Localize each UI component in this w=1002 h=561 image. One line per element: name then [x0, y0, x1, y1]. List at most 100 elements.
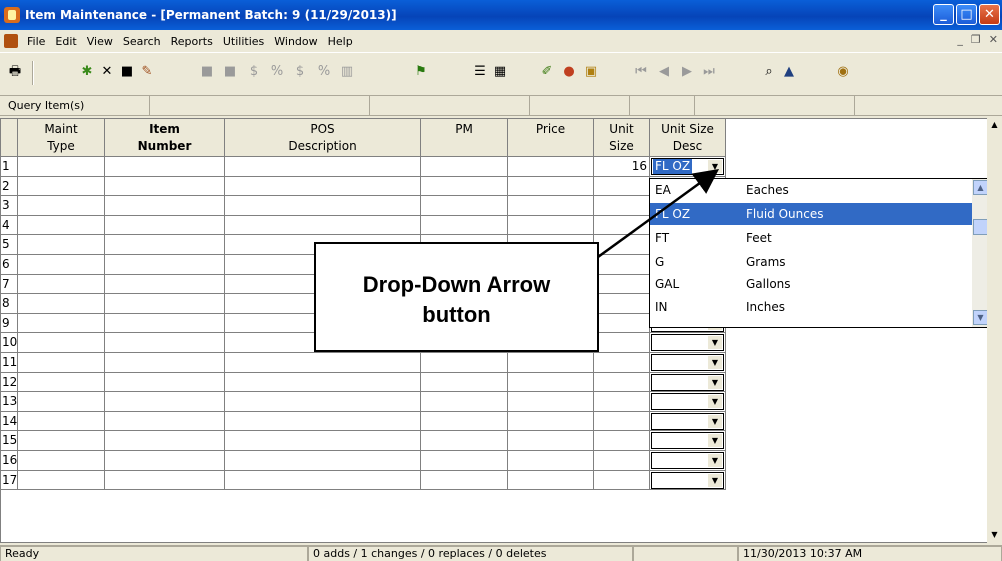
- grid-cell[interactable]: [421, 392, 508, 412]
- scroll-up-icon[interactable]: ▲: [973, 180, 988, 195]
- option-g[interactable]: G Grams: [650, 251, 972, 273]
- grid-cell[interactable]: [105, 157, 225, 177]
- mdi-close-icon[interactable]: ✕: [989, 33, 998, 46]
- grid-cell[interactable]: [508, 411, 594, 432]
- grid-cell[interactable]: [508, 372, 594, 393]
- table-row[interactable]: 14 ▼: [1, 411, 726, 432]
- unit-size-desc-combobox[interactable]: ▼: [651, 412, 724, 430]
- edit-icon[interactable]: ✎: [138, 63, 156, 81]
- grid-cell[interactable]: [105, 196, 225, 216]
- grid-cell[interactable]: [18, 333, 105, 353]
- menu-window[interactable]: Window: [269, 35, 322, 48]
- dropdown-arrow-icon[interactable]: ▼: [708, 336, 722, 350]
- grid-cell[interactable]: [18, 215, 105, 236]
- grid-cell[interactable]: [594, 411, 650, 432]
- document-copy-icon[interactable]: ▣: [582, 63, 600, 81]
- grid-cell[interactable]: [105, 313, 225, 334]
- grid-cell[interactable]: [421, 176, 508, 197]
- menu-search[interactable]: Search: [118, 35, 166, 48]
- grid-cell[interactable]: [421, 451, 508, 471]
- mdi-minimize-icon[interactable]: _: [957, 33, 963, 46]
- grid-cell[interactable]: [18, 274, 105, 295]
- table-row[interactable]: 16 ▼: [1, 451, 726, 471]
- grid-cell[interactable]: [225, 176, 421, 197]
- close-button[interactable]: ✕: [979, 4, 1000, 25]
- unit-size-desc-combobox[interactable]: FL OZ ▼: [651, 158, 724, 175]
- unit-size-desc-combobox[interactable]: ▼: [651, 354, 724, 371]
- grid-cell[interactable]: [421, 353, 508, 373]
- grid-cell[interactable]: [105, 353, 225, 373]
- grid-cell[interactable]: [18, 157, 105, 177]
- grid-cell[interactable]: [594, 470, 650, 491]
- grid-cell[interactable]: [421, 372, 508, 393]
- column-header-price[interactable]: Price: [508, 119, 594, 157]
- dropdown-arrow-icon[interactable]: ▼: [708, 454, 722, 467]
- column-header-unit-size-desc[interactable]: Unit Size Desc: [650, 119, 726, 157]
- grid-cell[interactable]: [594, 176, 650, 197]
- grid-cell[interactable]: [225, 411, 421, 432]
- grid-cell[interactable]: [508, 470, 594, 491]
- unit-size-desc-combobox[interactable]: ▼: [651, 432, 724, 450]
- grid-cell[interactable]: [594, 313, 650, 334]
- grid-cell[interactable]: [421, 470, 508, 491]
- mdi-restore-icon[interactable]: ❐: [971, 33, 981, 46]
- grid-cell[interactable]: [225, 431, 421, 451]
- grid-cell[interactable]: [508, 215, 594, 236]
- option-fl-oz[interactable]: FL OZ Fluid Ounces: [650, 203, 972, 225]
- grid-cell[interactable]: [105, 255, 225, 275]
- column-header-maint-type[interactable]: Maint Type: [18, 119, 105, 157]
- grid-cell[interactable]: [18, 176, 105, 197]
- table-row[interactable]: 4: [1, 215, 726, 236]
- grid-scrollbar[interactable]: ▲ ▼: [987, 118, 1002, 543]
- grid-view-icon[interactable]: ▦: [491, 63, 509, 81]
- grid-cell[interactable]: [105, 294, 225, 314]
- tool-icon[interactable]: ✐: [538, 63, 556, 81]
- minimize-button[interactable]: _: [933, 4, 954, 25]
- table-row[interactable]: 2: [1, 176, 726, 197]
- grid-cell[interactable]: [421, 157, 508, 177]
- grid-cell[interactable]: [18, 372, 105, 393]
- grid-cell[interactable]: [594, 372, 650, 393]
- table-row[interactable]: 1 16 FL OZ ▼: [1, 157, 726, 177]
- grid-cell[interactable]: [18, 392, 105, 412]
- grid-cell[interactable]: [18, 353, 105, 373]
- print-icon[interactable]: 🖶: [6, 63, 24, 81]
- grid-cell[interactable]: [594, 235, 650, 255]
- unit-size-desc-combobox[interactable]: ▼: [651, 373, 724, 391]
- grid-cell[interactable]: [508, 431, 594, 451]
- grid-cell[interactable]: [18, 470, 105, 491]
- table-row[interactable]: 17 ▼: [1, 470, 726, 491]
- delete-icon[interactable]: ✕: [98, 63, 116, 81]
- scroll-thumb[interactable]: [973, 219, 988, 235]
- grid-cell[interactable]: [225, 215, 421, 236]
- grid-cell[interactable]: [508, 353, 594, 373]
- grid-cell[interactable]: [105, 235, 225, 255]
- grid-cell[interactable]: [421, 215, 508, 236]
- unit-size-cell[interactable]: 16: [594, 157, 650, 177]
- exit-icon[interactable]: ◉: [834, 63, 852, 81]
- unit-size-desc-dropdown-list[interactable]: EA Eaches FL OZ Fluid Ounces FT Feet G Grams…: [649, 178, 990, 328]
- grid-cell[interactable]: [225, 196, 421, 216]
- menu-utilities[interactable]: Utilities: [218, 35, 269, 48]
- grid-scroll-up-icon[interactable]: ▲: [987, 118, 1002, 132]
- option-ea[interactable]: EA Eaches: [650, 179, 972, 201]
- column-header-unit-size[interactable]: Unit Size: [594, 119, 650, 157]
- grid-cell[interactable]: [105, 392, 225, 412]
- unit-size-desc-combobox[interactable]: ▼: [651, 471, 724, 489]
- save-icon[interactable]: ■: [118, 63, 136, 81]
- dropdown-arrow-icon[interactable]: ▼: [708, 160, 722, 173]
- scroll-down-icon[interactable]: ▼: [973, 310, 988, 325]
- grid-cell[interactable]: [594, 392, 650, 412]
- form-view-icon[interactable]: ☰: [471, 63, 489, 81]
- menu-reports[interactable]: Reports: [166, 35, 218, 48]
- dropdown-arrow-icon[interactable]: ▼: [708, 395, 722, 409]
- grid-cell[interactable]: [105, 451, 225, 471]
- grid-cell[interactable]: [594, 353, 650, 373]
- grid-cell[interactable]: [225, 157, 421, 177]
- unit-size-desc-combobox[interactable]: ▼: [651, 393, 724, 411]
- grid-cell[interactable]: [18, 431, 105, 451]
- grid-cell[interactable]: [105, 411, 225, 432]
- grid-cell[interactable]: [508, 451, 594, 471]
- report-icon[interactable]: ▲: [780, 63, 798, 81]
- menu-edit[interactable]: Edit: [50, 35, 81, 48]
